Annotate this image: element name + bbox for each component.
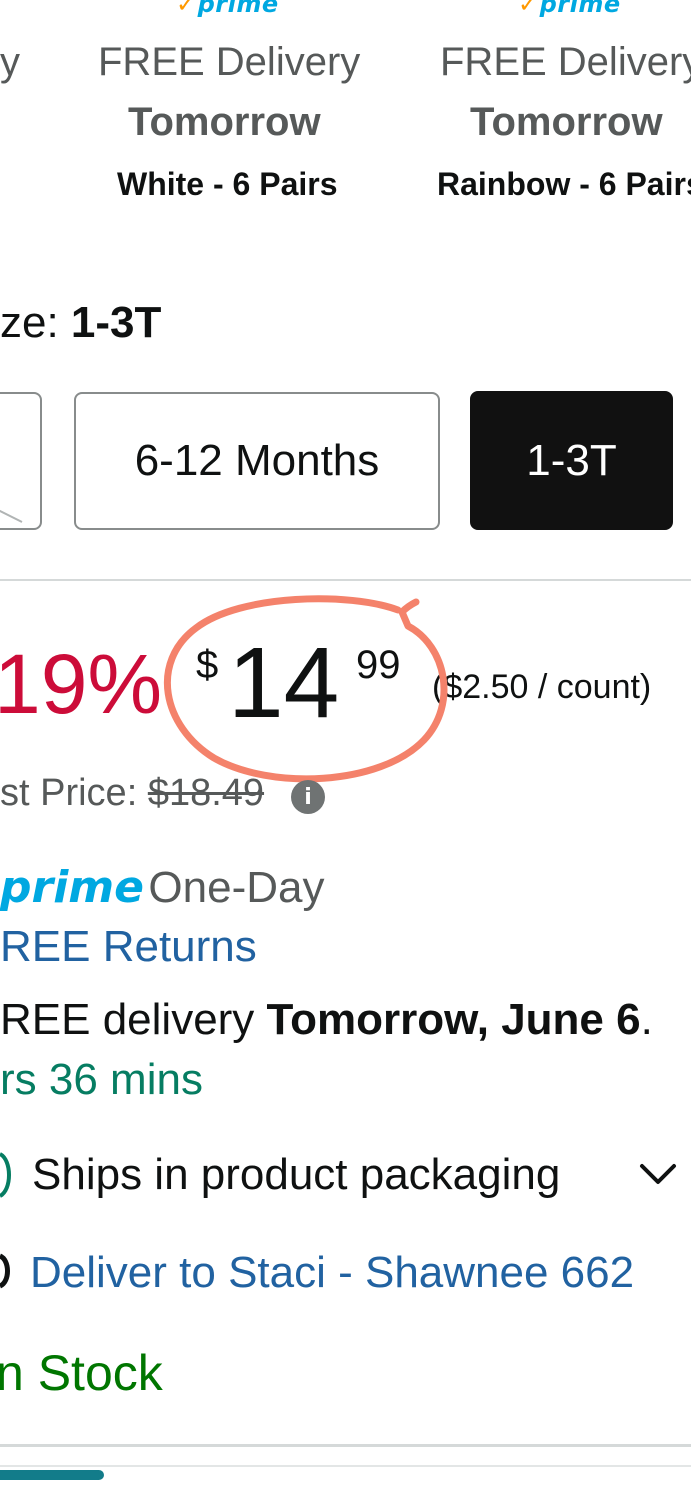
bottom-divider: [0, 1444, 691, 1447]
size-option-1-3t[interactable]: 1-3T: [470, 391, 673, 530]
list-price: st Price: $18.49: [0, 772, 265, 814]
delivery-date: Tomorrow, June 6: [266, 995, 641, 1044]
prime-logo-icon: ✓prime: [518, 0, 621, 18]
chevron-down-icon[interactable]: [638, 1162, 678, 1188]
variant-delivery: FREE Delivery: [98, 40, 361, 84]
packaging-icon: [0, 1152, 11, 1198]
ships-in-packaging-label: Ships in product packaging: [32, 1150, 561, 1199]
variant-name: Rainbow - 6 Pairs: [437, 166, 691, 202]
delivery-countdown: rs 36 mins: [0, 1055, 203, 1104]
option-swatch-image: [0, 509, 23, 523]
size-option-6-12-months[interactable]: 6-12 Months: [74, 392, 440, 530]
deliver-to-link[interactable]: Deliver to Staci - Shawnee 662: [30, 1248, 634, 1298]
list-price-value: $18.49: [147, 772, 265, 814]
variant-delivery-day: Tomorrow: [470, 100, 663, 144]
prime-logo-icon: prime: [0, 862, 144, 913]
delivery-message: REE delivery Tomorrow, June 6.: [0, 995, 653, 1044]
bottom-rule: [0, 1465, 691, 1467]
location-pin-icon: [0, 1253, 10, 1289]
stock-status: n Stock: [0, 1345, 163, 1401]
size-option-partial[interactable]: [0, 392, 42, 530]
tab-indicator: [0, 1470, 104, 1480]
variant-name: White - 6 Pairs: [117, 166, 338, 202]
prime-logo-icon: ✓prime: [176, 0, 279, 18]
prime-one-day-label: One-Day: [148, 863, 325, 912]
size-label: ze: 1-3T: [0, 298, 162, 347]
prime-one-day: prime One-Day: [0, 862, 325, 913]
size-selected-value: 1-3T: [70, 298, 162, 347]
variant-delivery-day: Tomorrow: [128, 100, 321, 144]
info-icon[interactable]: i: [291, 780, 325, 814]
variant-left-fragment: y: [0, 40, 20, 84]
free-returns-link[interactable]: REE Returns: [0, 922, 257, 972]
variant-delivery: FREE Delivery: [440, 40, 691, 84]
